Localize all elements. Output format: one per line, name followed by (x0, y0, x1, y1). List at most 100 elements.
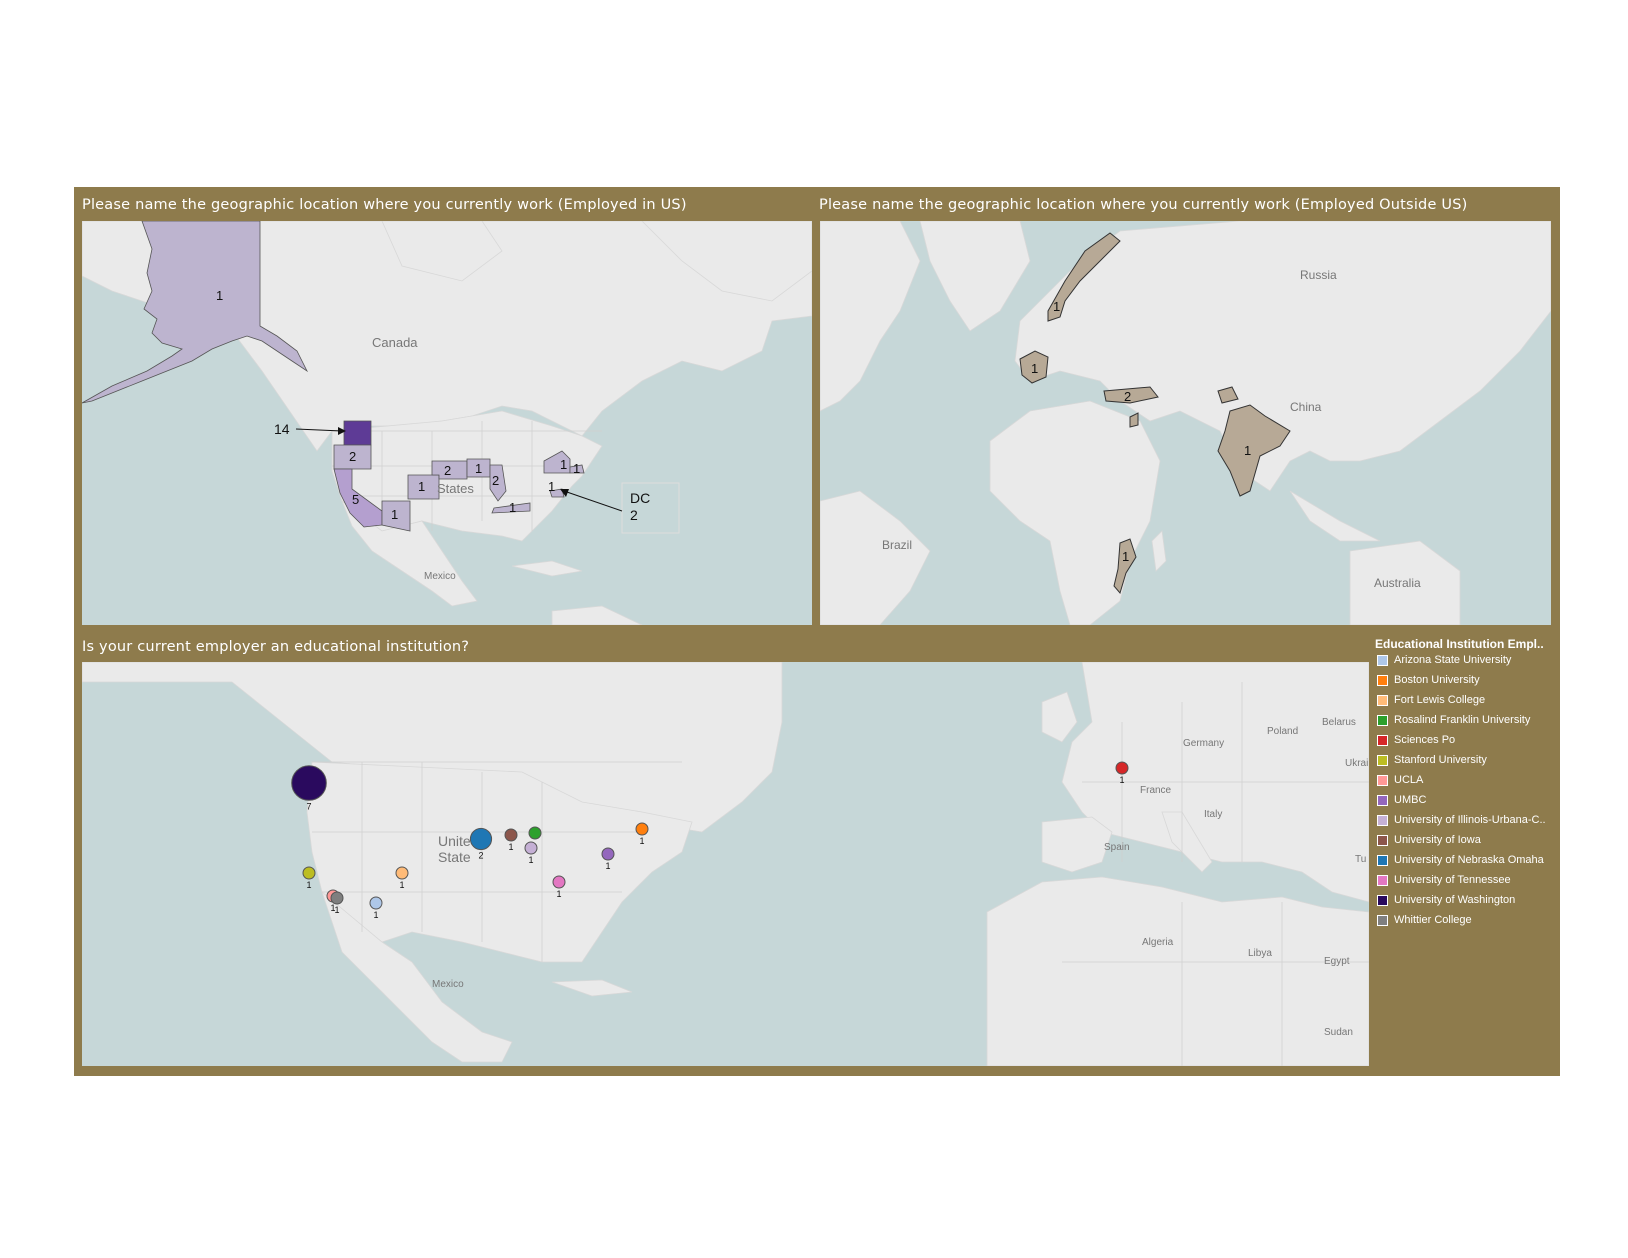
label-belarus: Belarus (1322, 717, 1356, 728)
label-turkey: Tu (1355, 854, 1366, 865)
legend-item[interactable]: University of Washington (1377, 891, 1515, 909)
legend-item[interactable]: UMBC (1377, 791, 1426, 809)
label-ukraine: Ukrai (1345, 758, 1368, 769)
institution-count: 1 (556, 889, 561, 899)
legend-item[interactable]: University of Nebraska Omaha (1377, 851, 1544, 869)
institution-count: 1 (605, 861, 610, 871)
legend-item[interactable]: UCLA (1377, 771, 1423, 789)
legend-label: Whittier College (1394, 914, 1472, 926)
count-maryland: 1 (548, 479, 555, 494)
institution-marker[interactable] (369, 896, 383, 910)
label-france: France (1140, 785, 1172, 796)
institution-marker[interactable] (635, 822, 649, 836)
land-cuba (551, 979, 633, 997)
land-africa (989, 400, 1161, 625)
count-alaska: 1 (216, 288, 223, 303)
outside-map[interactable]: Russia China Brazil Australia 1 1 2 1 1 (820, 221, 1551, 625)
callout-arrow-dc (563, 490, 623, 512)
legend-item[interactable]: Sciences Po (1377, 731, 1455, 749)
institution-marker[interactable] (528, 826, 542, 840)
institution-marker[interactable] (552, 875, 566, 889)
land-greenland (919, 221, 1031, 332)
legend-item[interactable]: University of Iowa (1377, 831, 1481, 849)
institution-marker[interactable] (1115, 761, 1129, 775)
count-colorado: 1 (418, 479, 425, 494)
legend-item[interactable]: Arizona State University (1377, 651, 1511, 669)
legend-swatch (1377, 814, 1388, 826)
institution-marker[interactable] (395, 866, 409, 880)
count-turkey: 2 (1124, 389, 1131, 404)
count-washington: 14 (274, 421, 290, 437)
count-iowa: 1 (475, 461, 482, 476)
edu-map-land (82, 662, 1369, 1066)
us-map[interactable]: Canada States Mexico 1 2 5 1 1 2 1 2 1 1… (82, 221, 812, 625)
count-mozambique: 1 (1122, 549, 1129, 564)
label-germany: Germany (1183, 738, 1224, 749)
institution-marker[interactable] (601, 847, 615, 861)
legend-label: Boston University (1394, 674, 1480, 686)
count-norway: 1 (1053, 299, 1060, 314)
legend-item[interactable]: Fort Lewis College (1377, 691, 1485, 709)
legend-item[interactable]: Stanford University (1377, 751, 1487, 769)
legend-label: Fort Lewis College (1394, 694, 1486, 706)
legend-label: University of Iowa (1394, 834, 1481, 846)
land-cuba (511, 560, 583, 577)
land-north-america-east (820, 221, 921, 412)
institution-marker[interactable] (504, 828, 518, 842)
legend-swatch (1377, 894, 1388, 906)
dc-count: 2 (630, 507, 638, 523)
outside-panel-title: Please name the geographic location wher… (819, 197, 1468, 213)
legend-swatch (1377, 694, 1388, 706)
legend-item[interactable]: University of Illinois-Urbana-C.. (1377, 811, 1546, 829)
institution-count: 1 (1119, 775, 1124, 785)
land-uk (1041, 691, 1078, 743)
legend-label: University of Tennessee (1394, 874, 1511, 886)
label-australia: Australia (1374, 576, 1421, 590)
institution-count: 1 (528, 855, 533, 865)
label-algeria: Algeria (1142, 937, 1174, 948)
label-china: China (1290, 400, 1322, 414)
label-spain: Spain (1104, 842, 1130, 853)
institution-marker[interactable] (524, 841, 538, 855)
label-poland: Poland (1267, 726, 1298, 737)
land-iberia (1041, 816, 1113, 873)
us-panel-title: Please name the geographic location wher… (82, 197, 687, 213)
institution-count: 1 (399, 880, 404, 890)
count-nebraska: 2 (444, 463, 451, 478)
legend-label: Stanford University (1394, 754, 1487, 766)
count-oregon: 2 (349, 449, 356, 464)
label-mexico: Mexico (432, 979, 464, 990)
legend-item[interactable]: Boston University (1377, 671, 1480, 689)
label-mexico: Mexico (424, 571, 456, 582)
label-states: States (437, 481, 474, 496)
land-south-america-tip (551, 605, 643, 625)
legend-swatch (1377, 674, 1388, 686)
legend-swatch (1377, 654, 1388, 666)
institution-count: 1 (306, 880, 311, 890)
count-arizona: 1 (391, 507, 398, 522)
legend-item[interactable]: University of Tennessee (1377, 871, 1511, 889)
country-syria-fragment (1129, 412, 1139, 428)
land-madagascar (1151, 530, 1167, 572)
legend-title: Educational Institution Empl.. (1375, 637, 1544, 651)
institution-marker[interactable] (291, 765, 327, 801)
institution-count: 1 (373, 910, 378, 920)
edu-map[interactable]: Unite State Mexico Germany Poland Belaru… (82, 662, 1369, 1066)
institution-marker[interactable] (469, 827, 493, 851)
institution-marker[interactable] (302, 866, 316, 880)
legend-swatch (1377, 834, 1388, 846)
legend-item[interactable]: Whittier College (1377, 911, 1472, 929)
legend-swatch (1377, 754, 1388, 766)
state-washington (343, 420, 372, 446)
legend-swatch (1377, 854, 1388, 866)
label-russia: Russia (1300, 268, 1337, 282)
legend-swatch (1377, 874, 1388, 886)
legend-label: University of Illinois-Urbana-C.. (1394, 814, 1546, 826)
label-united-states-2: State (438, 849, 471, 865)
count-massachusetts: 1 (573, 461, 580, 476)
legend-item[interactable]: Rosalind Franklin University (1377, 711, 1530, 729)
institution-count: 1 (334, 905, 339, 915)
label-italy: Italy (1204, 809, 1222, 820)
count-new-york: 1 (560, 457, 567, 472)
institution-marker[interactable] (330, 891, 344, 905)
